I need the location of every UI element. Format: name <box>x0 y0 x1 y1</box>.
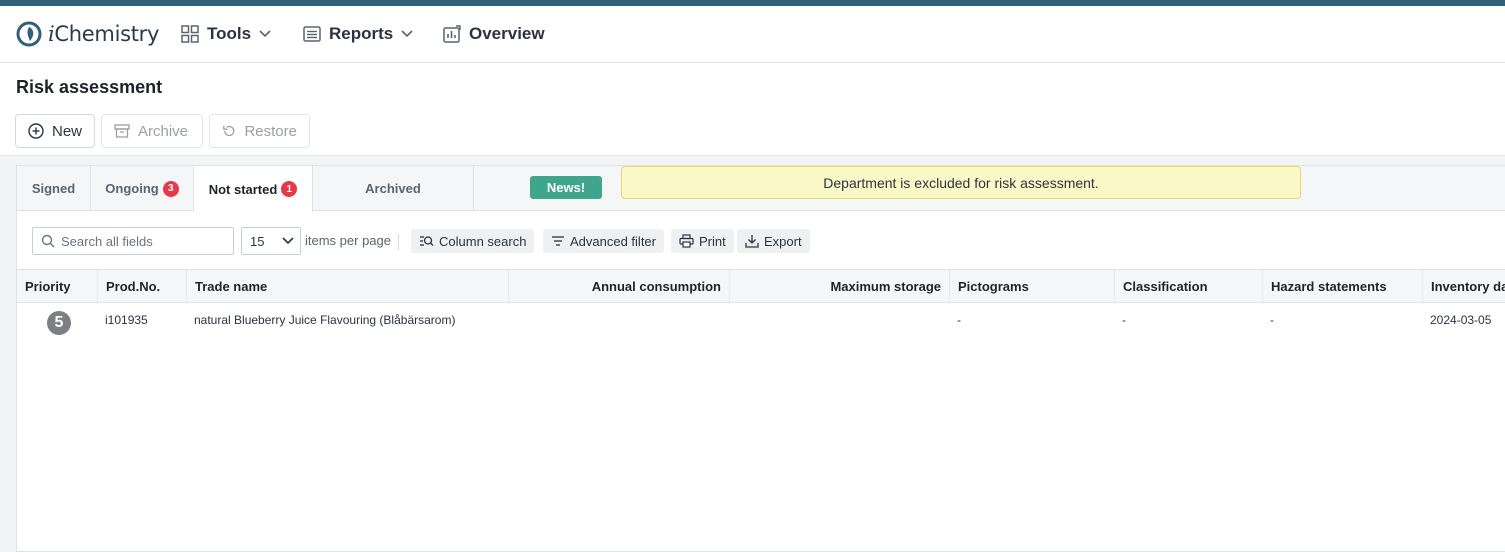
tab-not-started-label: Not started <box>208 181 278 197</box>
search-box <box>32 227 234 255</box>
tab-signed[interactable]: Signed <box>17 166 91 211</box>
logo-icon <box>16 21 42 47</box>
new-button-label: New <box>51 122 82 140</box>
nav-reports[interactable]: Reports <box>303 22 413 46</box>
column-header-priority[interactable]: Priority <box>17 270 98 302</box>
plus-circle-icon <box>28 123 44 139</box>
table-toolbar: 15 items per page Column search Ad <box>17 212 1505 269</box>
column-header-pictograms[interactable]: Pictograms <box>950 270 1115 302</box>
chevron-down-icon <box>282 237 294 245</box>
cell-prod-no: i101935 <box>105 313 148 327</box>
items-per-page-select[interactable]: 15 <box>241 227 301 255</box>
column-header-classification[interactable]: Classification <box>1115 270 1263 302</box>
nav-tools[interactable]: Tools <box>181 22 271 46</box>
search-icon <box>41 234 55 248</box>
new-button[interactable]: New <box>15 114 95 148</box>
print-label: Print <box>699 233 726 249</box>
cell-pictograms: - <box>957 313 961 327</box>
filter-icon <box>552 236 564 246</box>
restore-button-label: Restore <box>244 122 297 140</box>
chevron-down-icon <box>401 30 413 38</box>
column-header-prod-no[interactable]: Prod.No. <box>98 270 187 302</box>
cell-hazard-statements: - <box>1270 313 1274 327</box>
news-button[interactable]: News! <box>530 176 602 199</box>
restore-icon <box>223 125 235 137</box>
toolbar-divider <box>398 234 399 250</box>
chart-icon <box>443 25 461 43</box>
archive-button-label: Archive <box>138 122 189 140</box>
export-button[interactable]: Export <box>737 229 810 253</box>
search-input[interactable] <box>61 233 231 249</box>
column-search-button[interactable]: Column search <box>411 229 535 253</box>
chevron-down-icon <box>259 30 271 38</box>
archive-button[interactable]: Archive <box>101 114 203 148</box>
nav-overview-label: Overview <box>469 24 545 43</box>
column-header-annual-consumption[interactable]: Annual consumption <box>509 270 730 302</box>
column-header-hazard-statements[interactable]: Hazard statements <box>1263 270 1423 302</box>
advanced-filter-label: Advanced filter <box>570 233 656 249</box>
table-header: Priority Prod.No. Trade name Annual cons… <box>17 269 1505 303</box>
app-logo[interactable]: iChemistry <box>16 20 159 48</box>
nav-tools-label: Tools <box>207 24 252 43</box>
archive-icon <box>114 124 130 138</box>
navbar: iChemistry Tools Reports Overview <box>0 6 1505 63</box>
list-icon <box>303 26 321 42</box>
tab-not-started[interactable]: Not started 1 <box>194 166 313 212</box>
tab-archived[interactable]: Archived <box>313 166 474 211</box>
nav-reports-label: Reports <box>329 24 394 43</box>
restore-button[interactable]: Restore <box>209 114 310 148</box>
tab-ongoing-label: Ongoing <box>105 181 159 196</box>
tab-bar: Signed Ongoing 3 Not started 1 Archived … <box>17 166 1505 212</box>
column-header-trade-name[interactable]: Trade name <box>187 270 509 302</box>
tab-ongoing[interactable]: Ongoing 3 <box>91 166 194 211</box>
page-title: Risk assessment <box>16 77 163 97</box>
download-icon <box>745 235 759 248</box>
cell-inventory-date: 2024-03-05 <box>1430 313 1492 327</box>
column-search-icon <box>420 236 434 246</box>
tab-archived-label: Archived <box>365 181 421 196</box>
print-icon <box>679 234 694 248</box>
nav-overview[interactable]: Overview <box>443 22 545 46</box>
print-button[interactable]: Print <box>671 229 734 253</box>
count-badge: 1 <box>281 181 298 197</box>
cell-classification: - <box>1122 313 1126 327</box>
items-per-page-label: items per page <box>305 233 391 248</box>
export-label: Export <box>764 233 802 249</box>
column-search-label: Column search <box>439 233 527 249</box>
app-name: iChemistry <box>48 22 160 46</box>
column-header-inventory-date[interactable]: Inventory da <box>1423 270 1505 302</box>
tab-signed-label: Signed <box>31 181 76 196</box>
risk-assessment-panel: Signed Ongoing 3 Not started 1 Archived … <box>16 165 1505 552</box>
items-per-page-value: 15 <box>250 233 265 249</box>
column-header-maximum-storage[interactable]: Maximum storage <box>730 270 950 302</box>
advanced-filter-button[interactable]: Advanced filter <box>543 229 664 253</box>
priority-indicator: 5 <box>47 311 71 335</box>
notice-banner: Department is excluded for risk assessme… <box>621 166 1301 199</box>
grid-icon <box>181 25 199 43</box>
count-badge: 3 <box>162 180 179 197</box>
cell-trade-name[interactable]: natural Blueberry Juice Flavouring (Blåb… <box>194 313 455 327</box>
